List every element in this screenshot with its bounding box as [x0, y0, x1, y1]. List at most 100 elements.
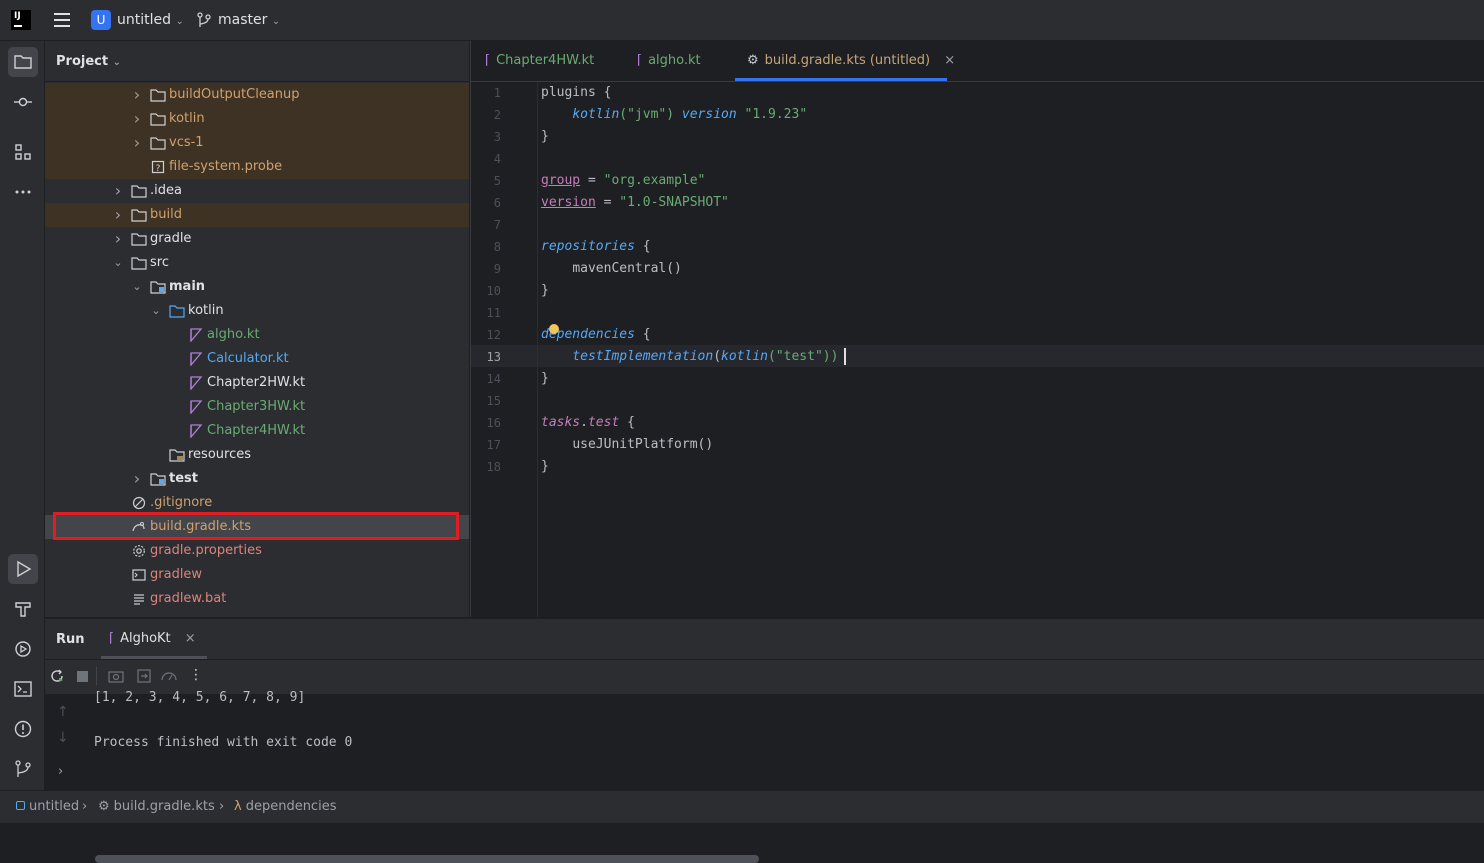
chevron-right-icon[interactable]: › — [131, 131, 143, 155]
close-icon[interactable]: × — [944, 53, 955, 68]
code-line-14[interactable]: } — [541, 371, 549, 386]
expand-icon[interactable]: › — [58, 764, 63, 779]
run-tab-alghokt[interactable]: ⌈ AlghoKt × — [109, 631, 196, 646]
crumb-label: untitled — [29, 799, 80, 814]
code-line-16[interactable]: tasks.test { — [541, 415, 635, 430]
tree-item[interactable]: Calculator.kt — [45, 347, 469, 371]
tab-chapter4hw[interactable]: ⌈ Chapter4HW.kt — [485, 53, 594, 68]
tree-item-label: gradle.properties — [150, 543, 262, 558]
more-vertical-icon[interactable]: ⋮ — [189, 667, 203, 683]
breadcrumb-symbol[interactable]: λ dependencies — [234, 799, 336, 814]
dashboard-icon[interactable] — [160, 668, 178, 688]
tab-build-gradle[interactable]: ⚙ build.gradle.kts (untitled) × — [747, 53, 955, 68]
scroll-up-icon[interactable]: ↑ — [57, 704, 69, 720]
tree-item[interactable]: › kotlin — [45, 107, 469, 131]
chevron-right-icon[interactable]: › — [112, 227, 124, 251]
line-number: 12 — [486, 328, 501, 342]
code-line-3[interactable]: } — [541, 129, 549, 144]
resources-folder-icon — [169, 447, 185, 463]
tree-item[interactable]: algho.kt — [45, 323, 469, 347]
run-icon[interactable] — [8, 554, 38, 584]
tree-item[interactable]: resources — [45, 443, 469, 467]
commit-icon[interactable] — [8, 87, 38, 117]
chevron-right-icon[interactable]: › — [131, 107, 143, 131]
tab-algho[interactable]: ⌈ algho.kt — [637, 53, 701, 68]
more-icon[interactable] — [8, 177, 38, 207]
code-line-2[interactable]: kotlin("jvm") version "1.9.23" — [541, 107, 807, 122]
exit-icon[interactable] — [136, 668, 152, 688]
chevron-right-icon[interactable]: › — [112, 179, 124, 203]
tree-item[interactable]: gradlew — [45, 563, 469, 587]
chevron-right-icon[interactable]: › — [112, 203, 124, 227]
active-tab-indicator — [735, 78, 947, 81]
terminal-icon[interactable] — [8, 674, 38, 704]
tree-item[interactable]: › gradle — [45, 227, 469, 251]
line-number: 7 — [493, 218, 501, 232]
git-icon[interactable] — [8, 754, 38, 784]
line-number: 6 — [493, 196, 501, 210]
stop-icon[interactable] — [77, 671, 88, 682]
code-line-6[interactable]: version = "1.0-SNAPSHOT" — [541, 195, 729, 210]
tree-item[interactable]: › buildOutputCleanup — [45, 83, 469, 107]
breadcrumb-file[interactable]: ⚙ build.gradle.kts — [98, 799, 215, 814]
services-icon[interactable] — [8, 634, 38, 664]
code-line-5[interactable]: group = "org.example" — [541, 173, 705, 188]
gear-icon — [131, 543, 147, 559]
chevron-right-icon[interactable]: › — [131, 83, 143, 107]
line-number: 5 — [493, 174, 501, 188]
build-icon[interactable] — [8, 594, 38, 624]
tree-item[interactable]: › test — [45, 467, 469, 491]
project-view-selector[interactable]: Project ⌄ — [56, 54, 121, 69]
tree-item-label: src — [150, 255, 169, 270]
code-line-18[interactable]: } — [541, 459, 549, 474]
structure-icon[interactable] — [8, 137, 38, 167]
code-line-10[interactable]: } — [541, 283, 549, 298]
logo-text: IJ — [14, 11, 21, 21]
close-icon[interactable]: × — [185, 631, 196, 646]
chevron-down-icon[interactable]: ⌄ — [131, 275, 143, 299]
tree-item-label: .idea — [150, 183, 182, 198]
code-line-17[interactable]: useJUnitPlatform() — [541, 437, 713, 452]
code-line-1[interactable]: plugins { — [541, 85, 611, 100]
code-line-9[interactable]: mavenCentral() — [541, 261, 682, 276]
tree-item[interactable]: gradlew.bat — [45, 587, 469, 611]
tree-item[interactable]: › .idea — [45, 179, 469, 203]
tree-item[interactable]: gradle.properties — [45, 539, 469, 563]
chevron-right-icon[interactable]: › — [131, 467, 143, 491]
tree-item[interactable]: ⌄ main — [45, 275, 469, 299]
lightbulb-icon[interactable] — [549, 324, 559, 334]
tree-item[interactable]: › build — [45, 203, 469, 227]
camera-icon[interactable] — [108, 669, 124, 687]
breadcrumb-project[interactable]: untitled — [16, 799, 79, 814]
tree-item[interactable]: ⌄ src — [45, 251, 469, 275]
folder-icon — [131, 231, 147, 247]
line-number: 1 — [493, 86, 501, 100]
horizontal-scrollbar[interactable] — [95, 855, 759, 863]
code-line-8[interactable]: repositories { — [541, 239, 651, 254]
branch-switcher[interactable]: master ⌄ — [218, 12, 280, 28]
line-number: 14 — [486, 372, 501, 386]
line-number: 3 — [493, 130, 501, 144]
intellij-logo-icon[interactable]: IJ — [11, 10, 31, 30]
tree-item[interactable]: Chapter3HW.kt — [45, 395, 469, 419]
tree-item[interactable]: › vcs-1 — [45, 131, 469, 155]
chevron-down-icon[interactable]: ⌄ — [150, 299, 162, 323]
project-badge[interactable]: U — [91, 10, 111, 30]
tree-item[interactable]: Chapter4HW.kt — [45, 419, 469, 443]
chevron-down-icon[interactable]: ⌄ — [112, 251, 124, 275]
folder-icon — [150, 111, 166, 127]
tree-item[interactable]: ? file-system.probe — [45, 155, 469, 179]
tab-label: build.gradle.kts (untitled) — [764, 53, 931, 68]
scroll-down-icon[interactable]: ↓ — [57, 730, 69, 746]
rerun-icon[interactable] — [49, 668, 65, 688]
project-switcher[interactable]: untitled ⌄ — [117, 12, 184, 28]
problems-icon[interactable] — [8, 714, 38, 744]
tree-item[interactable]: Chapter2HW.kt — [45, 371, 469, 395]
code-line-13[interactable]: testImplementation(kotlin("test")) — [541, 349, 838, 364]
gradle-kts-icon: ⚙ — [98, 799, 110, 814]
output-line-1: [1, 2, 3, 4, 5, 6, 7, 8, 9] — [94, 690, 306, 705]
tree-item[interactable]: ⌄ kotlin — [45, 299, 469, 323]
main-menu-icon[interactable] — [54, 13, 70, 27]
tree-item-label: resources — [188, 447, 252, 462]
project-folder-icon[interactable] — [8, 47, 38, 77]
